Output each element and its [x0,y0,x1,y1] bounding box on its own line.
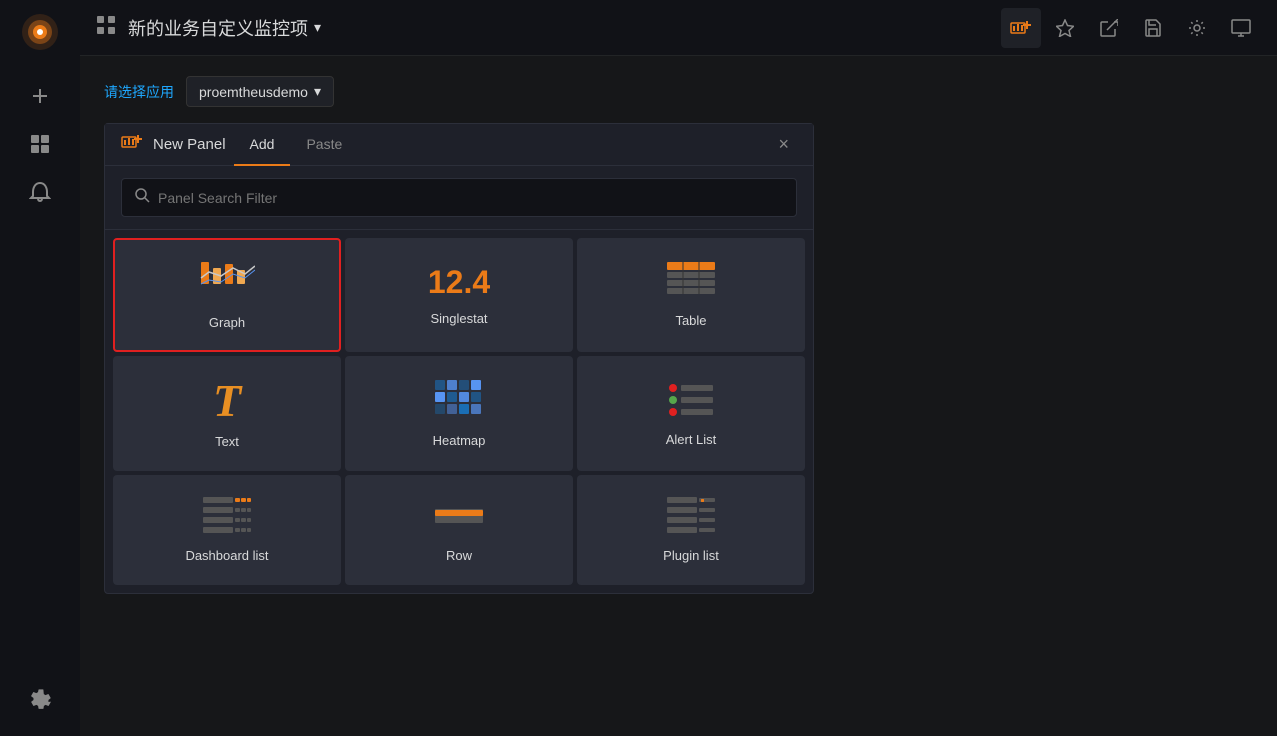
dashboard-title-arrow[interactable]: ▾ [314,19,321,36]
panel-search-area [105,166,813,230]
panel-grid: Graph 12.4 Singlestat [105,230,813,593]
alertlist-label: Alert List [666,432,717,447]
sidebar [0,0,80,736]
panel-item-dashlist[interactable]: Dashboard list [113,475,341,585]
panel-item-pluginlist[interactable]: Plugin list [577,475,805,585]
panel-item-row[interactable]: Row [345,475,573,585]
pluginlist-icon [667,497,715,538]
panel-search-input[interactable] [158,190,784,206]
sidebar-dashboard[interactable] [20,124,60,164]
filter-select-value: proemtheusdemo [199,84,308,100]
filter-select-arrow: ▾ [314,83,321,100]
dashlist-label: Dashboard list [185,548,268,563]
app-filter-select[interactable]: proemtheusdemo ▾ [186,76,334,107]
panel-icon [121,133,143,156]
singlestat-icon: 12.4 [428,264,490,301]
cog-button[interactable] [1177,8,1217,48]
dashboard-title: 新的业务自定义监控项 [128,15,308,41]
share-button[interactable] [1089,8,1129,48]
save-button[interactable] [1133,8,1173,48]
topbar: 新的业务自定义监控项 ▾ [80,0,1277,56]
tv-mode-button[interactable] [1221,8,1261,48]
panel-tabs: New Panel Add Paste × [105,124,813,166]
content-area: 请选择应用 proemtheusdemo ▾ [80,56,1277,736]
dashlist-icon [203,497,251,538]
sidebar-alerts[interactable] [20,172,60,212]
topbar-actions [1001,8,1261,48]
search-icon [134,187,150,208]
heatmap-icon [435,380,483,423]
topbar-grid-icon [96,15,116,40]
panel-item-graph[interactable]: Graph [113,238,341,352]
star-button[interactable] [1045,8,1085,48]
heatmap-label: Heatmap [433,433,486,448]
tab-add[interactable]: Add [234,124,291,166]
search-wrapper [121,178,797,217]
tab-paste[interactable]: Paste [290,124,358,166]
text-icon: T [213,378,241,424]
row-icon [435,497,483,538]
panel-picker: New Panel Add Paste × [104,123,814,594]
filter-row: 请选择应用 proemtheusdemo ▾ [104,76,1253,107]
table-label: Table [675,313,706,328]
sidebar-settings[interactable] [20,680,60,720]
panel-item-heatmap[interactable]: Heatmap [345,356,573,471]
panel-item-alertlist[interactable]: Alert List [577,356,805,471]
graph-label: Graph [209,315,245,330]
pluginlist-label: Plugin list [663,548,719,563]
grafana-logo[interactable] [16,8,64,56]
main-content: 新的业务自定义监控项 ▾ [80,0,1277,736]
sidebar-add[interactable] [20,76,60,116]
panel-picker-title: New Panel [153,124,226,165]
alertlist-icon [667,381,715,422]
text-label: Text [215,434,239,449]
singlestat-label: Singlestat [430,311,487,326]
add-panel-button[interactable] [1001,8,1041,48]
filter-label: 请选择应用 [104,82,174,102]
panel-item-text[interactable]: T Text [113,356,341,471]
row-label: Row [446,548,472,563]
panel-close-button[interactable]: × [770,126,797,163]
graph-icon [199,260,255,305]
table-icon [667,262,715,303]
panel-item-singlestat[interactable]: 12.4 Singlestat [345,238,573,352]
panel-item-table[interactable]: Table [577,238,805,352]
